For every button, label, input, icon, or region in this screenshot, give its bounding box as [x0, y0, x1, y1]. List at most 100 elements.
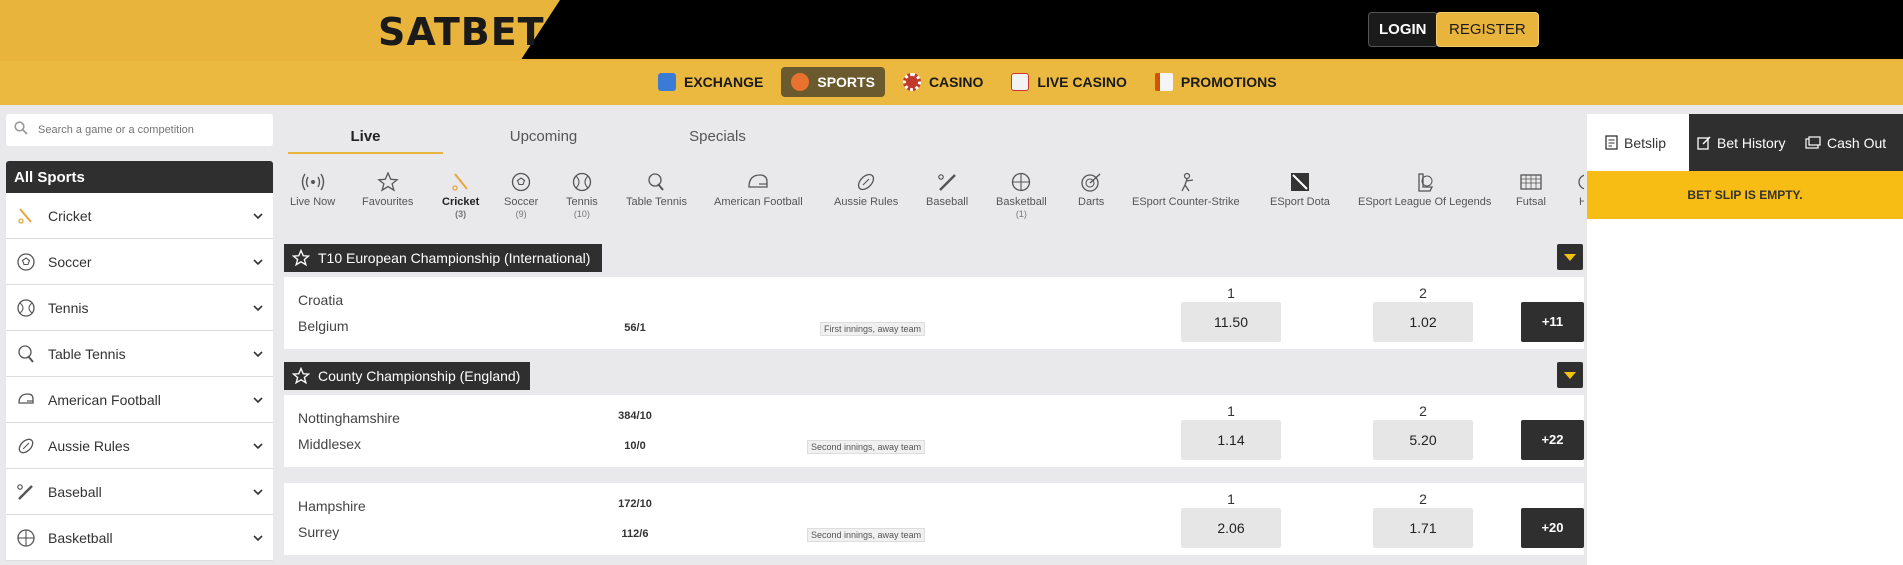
sidebar-item-label: Aussie Rules	[48, 437, 130, 454]
sport-filter-count: (10)	[573, 209, 590, 219]
tab-cash-out[interactable]: Cash Out	[1805, 114, 1886, 171]
sport-filter-label: Aussie Rules	[834, 196, 899, 208]
nav-promotions[interactable]: PROMOTIONS	[1145, 67, 1287, 97]
tab-cash-out-label: Cash Out	[1827, 134, 1887, 151]
away-score: 10/0	[624, 440, 646, 452]
sidebar-item-baseball[interactable]: Baseball	[6, 469, 273, 515]
search-box[interactable]	[6, 114, 273, 146]
sidebar-item-aussie-rules[interactable]: Aussie Rules	[6, 423, 273, 469]
collapse-league-button[interactable]	[1557, 244, 1583, 270]
sport-filter-esport-counter-strike[interactable]: ESport Counter-Strike	[1132, 172, 1240, 208]
chevron-down-icon[interactable]	[253, 533, 263, 543]
sidebar-item-label: Basketball	[48, 529, 113, 546]
sport-filter-basketball[interactable]: Basketball (1)	[996, 172, 1047, 220]
tab-specials[interactable]: Specials	[640, 120, 795, 154]
odd-button-home[interactable]: 2.06	[1181, 508, 1281, 548]
chevron-down-icon[interactable]	[253, 441, 263, 451]
sidebar-item-tennis[interactable]: Tennis	[6, 285, 273, 331]
sport-filter-aussie-rules[interactable]: Aussie Rules	[834, 172, 898, 208]
tab-bet-history[interactable]: Bet History	[1697, 114, 1785, 171]
odd-label-home: 1	[1227, 285, 1235, 301]
nav-exchange[interactable]: EXCHANGE	[648, 67, 773, 97]
league-header: T10 European Championship (International…	[284, 244, 602, 272]
event-tabs: Live Upcoming Specials	[288, 120, 1578, 154]
sport-filter-esport-league-of-legends[interactable]: ESport League Of Legends	[1358, 172, 1491, 208]
chevron-down-icon[interactable]	[253, 257, 263, 267]
futsal-icon	[1520, 174, 1542, 190]
tab-live[interactable]: Live	[288, 120, 443, 154]
more-markets-button[interactable]: +22	[1521, 420, 1584, 460]
chevron-down-icon[interactable]	[253, 303, 263, 313]
event-row[interactable]: Hampshire Surrey 172/10 112/6 Second inn…	[284, 483, 1584, 555]
tab-upcoming[interactable]: Upcoming	[466, 120, 621, 154]
sidebar-item-cricket[interactable]: Cricket	[6, 193, 273, 239]
nav-sports[interactable]: SPORTS	[781, 67, 885, 97]
sport-filter-soccer[interactable]: Soccer (9)	[504, 172, 538, 220]
sport-filter-label: Basketball	[996, 196, 1047, 208]
odd-label-home: 1	[1227, 491, 1235, 507]
nav-casino-label: CASINO	[928, 74, 984, 90]
megaphone-icon	[1154, 73, 1173, 91]
sport-filter-live-now[interactable]: Live Now	[290, 172, 335, 208]
odd-button-away[interactable]: 1.71	[1373, 508, 1473, 548]
sport-filter-table-tennis[interactable]: Table Tennis	[626, 172, 687, 208]
sport-filter-esport-dota[interactable]: ESport Dota	[1270, 172, 1330, 208]
sport-filter-tennis[interactable]: Tennis (10)	[566, 172, 598, 220]
sport-filter-futsal[interactable]: Futsal	[1516, 172, 1546, 208]
nav-live-casino[interactable]: LIVE CASINO	[1001, 67, 1136, 97]
sport-filter-cricket[interactable]: Cricket (3)	[442, 172, 479, 220]
sidebar-item-soccer[interactable]: Soccer	[6, 239, 273, 285]
sidebar-item-table-tennis[interactable]: Table Tennis	[6, 331, 273, 377]
chevron-down-icon[interactable]	[253, 349, 263, 359]
away-team: Surrey	[298, 524, 340, 540]
chevron-down-icon[interactable]	[253, 395, 263, 405]
event-row[interactable]: Nottinghamshire Middlesex 384/10 10/0 Se…	[284, 395, 1584, 467]
chevron-down-icon[interactable]	[253, 211, 263, 221]
nav-casino[interactable]: CASINO	[893, 67, 993, 97]
tab-betslip-label: Betslip	[1624, 134, 1667, 151]
favourite-star-icon[interactable]	[292, 249, 310, 267]
sport-filter-label: Ha	[1578, 196, 1584, 208]
register-button[interactable]: REGISTER	[1436, 12, 1539, 47]
chevron-down-icon[interactable]	[253, 487, 263, 497]
sport-filter-handball[interactable]: Ha	[1574, 172, 1584, 208]
cashout-icon	[1805, 135, 1821, 149]
more-markets-button[interactable]: +11	[1521, 302, 1584, 342]
match-status: Second innings, away team	[807, 528, 926, 542]
sport-filter-label: Soccer	[504, 196, 539, 208]
sidebar-item-american-football[interactable]: American Football	[6, 377, 273, 423]
satbet-logo[interactable]: SATBET	[378, 10, 545, 54]
login-button[interactable]: LOGIN	[1368, 12, 1438, 47]
event-row[interactable]: Croatia Belgium 56/1 First innings, away…	[284, 277, 1584, 349]
nav-promotions-label: PROMOTIONS	[1180, 74, 1277, 90]
tab-betslip[interactable]: Betslip	[1587, 114, 1689, 171]
odd-label-away: 2	[1419, 403, 1427, 419]
odd-button-home[interactable]: 11.50	[1181, 302, 1281, 342]
table-tennis-icon	[18, 344, 34, 363]
sidebar-item-label: American Football	[48, 391, 161, 408]
league-name: County Championship (England)	[318, 368, 521, 384]
live-icon	[301, 173, 324, 191]
sport-filter-american-football[interactable]: American Football	[714, 172, 803, 208]
collapse-league-button[interactable]	[1557, 362, 1583, 388]
home-score: 384/10	[618, 410, 652, 422]
sidebar-item-basketball[interactable]: Basketball	[6, 515, 273, 561]
odd-button-away[interactable]: 1.02	[1373, 302, 1473, 342]
sport-filter-baseball[interactable]: Baseball	[926, 172, 968, 208]
main-nav: EXCHANGE SPORTS CASINO LIVE CASINO PROMO…	[0, 61, 1903, 105]
search-input[interactable]	[38, 120, 263, 140]
baseball-icon	[938, 174, 956, 191]
more-markets-button[interactable]: +20	[1521, 508, 1584, 548]
nav-live-casino-label: LIVE CASINO	[1037, 74, 1127, 90]
aussie-rules-icon	[18, 438, 34, 453]
favourite-star-icon[interactable]	[292, 367, 310, 385]
odd-button-away[interactable]: 5.20	[1373, 420, 1473, 460]
nav-exchange-label: EXCHANGE	[684, 74, 764, 90]
odd-label-home: 1	[1227, 403, 1235, 419]
sport-filter-darts[interactable]: Darts	[1078, 172, 1104, 208]
receipt-icon	[1605, 135, 1618, 150]
odd-button-home[interactable]: 1.14	[1181, 420, 1281, 460]
sidebar-item-label: Soccer	[48, 253, 92, 270]
counter-strike-icon	[1181, 172, 1193, 192]
sport-filter-favourites[interactable]: Favourites	[362, 172, 413, 208]
